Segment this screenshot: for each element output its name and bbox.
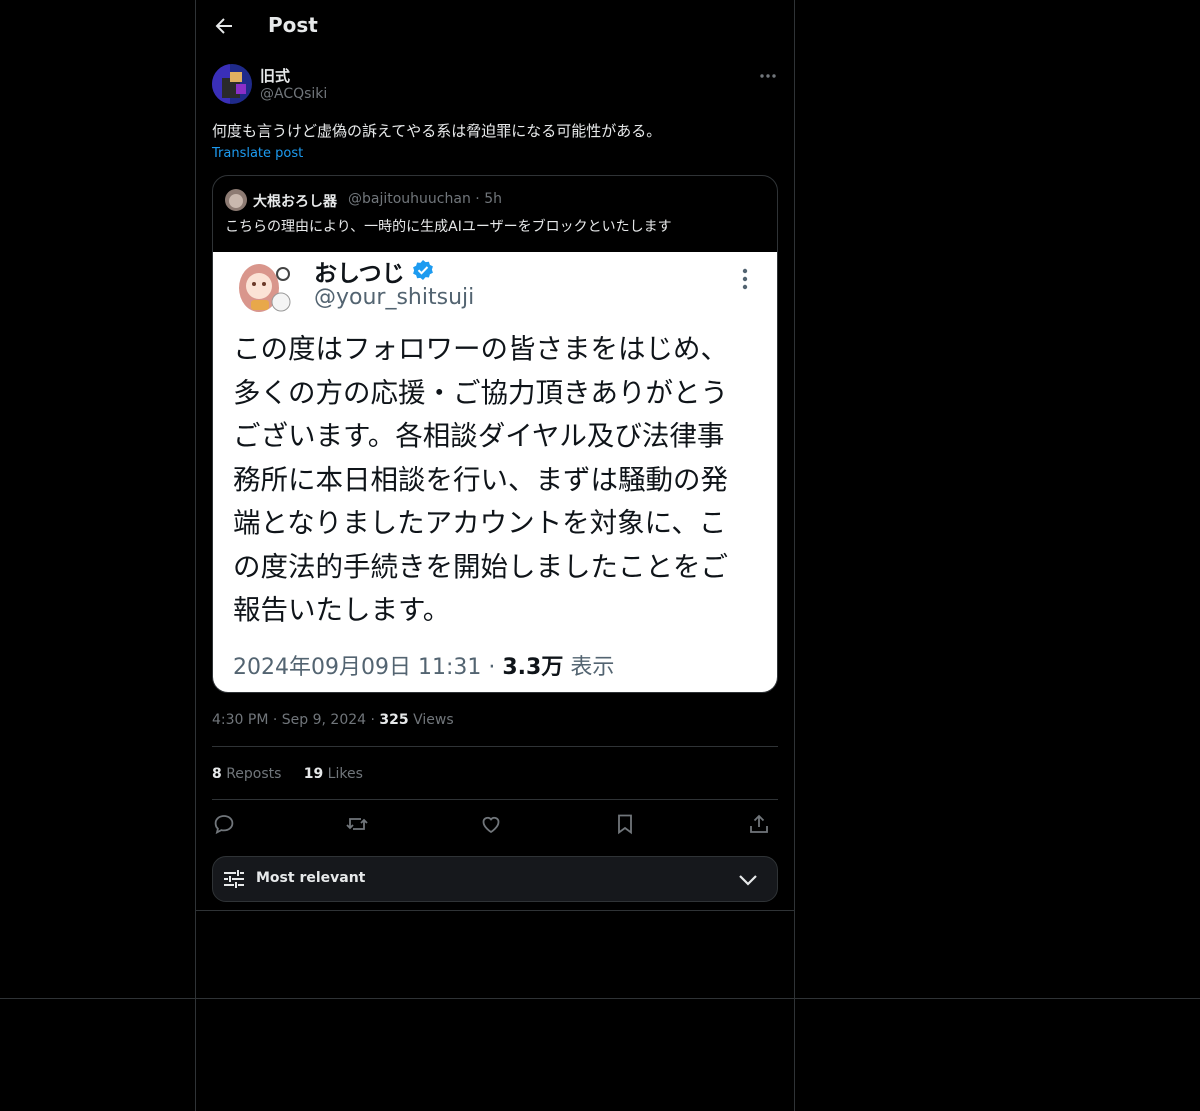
repost-icon[interactable]	[345, 812, 369, 836]
reposts-stat[interactable]: 8 Reposts	[212, 766, 281, 782]
quote-age: 5h	[484, 191, 502, 207]
screenshot-author-handle: @your_shitsuji	[314, 285, 475, 310]
header: Post	[196, 0, 794, 54]
likes-stat[interactable]: 19 Likes	[304, 766, 363, 782]
divider	[212, 799, 778, 800]
post-time[interactable]: 4:30 PM	[212, 712, 268, 728]
sort-replies-dropdown[interactable]: Most relevant	[212, 856, 778, 902]
quote-screenshot-image: おしつじ @your_shitsuji この度はフォロワーの皆さまをはじめ、 多…	[213, 252, 777, 692]
screenshot-meta: 2024年09月09日 11:31 · 3.3万 表示	[233, 655, 615, 680]
views-count: 325	[379, 712, 409, 728]
back-arrow-icon[interactable]	[212, 14, 236, 38]
author-handle[interactable]: @ACQsiki	[260, 86, 327, 102]
screenshot-line: の度法的手続きを開始しましたことをご	[233, 550, 728, 583]
quote-text: こちらの理由により、一時的に生成AIユーザーをブロックといたします	[225, 219, 672, 235]
filter-icon	[224, 870, 244, 888]
action-bar	[212, 812, 778, 836]
divider	[212, 746, 778, 747]
reply-icon[interactable]	[212, 812, 236, 836]
quote-author-handle: @bajitouhuuchan · 5h	[348, 191, 502, 207]
verified-icon	[413, 260, 433, 280]
translate-post-link[interactable]: Translate post	[212, 146, 303, 161]
share-icon[interactable]	[747, 812, 771, 836]
screenshot-line: 端となりましたアカウントを対象に、こ	[233, 507, 727, 539]
divider	[0, 998, 1200, 999]
sort-label: Most relevant	[256, 870, 366, 886]
more-icon[interactable]	[758, 66, 778, 86]
views-label: Views	[413, 712, 454, 728]
screenshot-author-name: おしつじ	[314, 261, 405, 287]
screenshot-more-icon	[742, 268, 748, 290]
screenshot-line: 務所に本日相談を行い、まずは騒動の発	[233, 463, 728, 496]
screenshot-views-count: 3.3万	[502, 655, 564, 680]
post-date[interactable]: Sep 9, 2024	[282, 712, 366, 728]
screenshot-line: この度はフォロワーの皆さまをはじめ、	[233, 333, 728, 365]
author-name[interactable]: 旧式	[260, 65, 290, 86]
quoted-post[interactable]: 大根おろし器 @bajitouhuuchan · 5h こちらの理由により、一時…	[212, 175, 778, 693]
screenshot-body: この度はフォロワーの皆さまをはじめ、 多くの方の応援・ご協力頂きありがとう ござ…	[233, 328, 753, 633]
avatar[interactable]	[212, 64, 252, 104]
screenshot-line: 報告いたします。	[233, 594, 451, 626]
primary-column: Post 旧式 @ACQsiki 何度も言うけど虚偽の訴えてやる系は脅迫罪になる…	[195, 0, 795, 1111]
quote-avatar	[225, 189, 247, 211]
post-text: 何度も言うけど虚偽の訴えてやる系は脅迫罪になる可能性がある。	[212, 122, 662, 140]
divider	[195, 910, 795, 911]
bookmark-icon[interactable]	[613, 812, 637, 836]
screenshot-line: ございます。各相談ダイヤル及び法律事	[233, 420, 725, 452]
screenshot-avatar	[239, 264, 291, 312]
page-title: Post	[268, 13, 318, 37]
chevron-down-icon	[739, 875, 757, 886]
engagement-stats: 8 Reposts 19 Likes	[212, 766, 363, 782]
post-meta: 4:30 PM · Sep 9, 2024 · 325 Views	[212, 712, 454, 728]
screenshot-line: 多くの方の応援・ご協力頂きありがとう	[233, 376, 728, 409]
screenshot-views-label: 表示	[570, 655, 615, 680]
like-icon[interactable]	[479, 812, 503, 836]
quote-author-name: 大根おろし器	[253, 194, 337, 210]
screenshot-datetime: 2024年09月09日 11:31	[233, 655, 482, 680]
